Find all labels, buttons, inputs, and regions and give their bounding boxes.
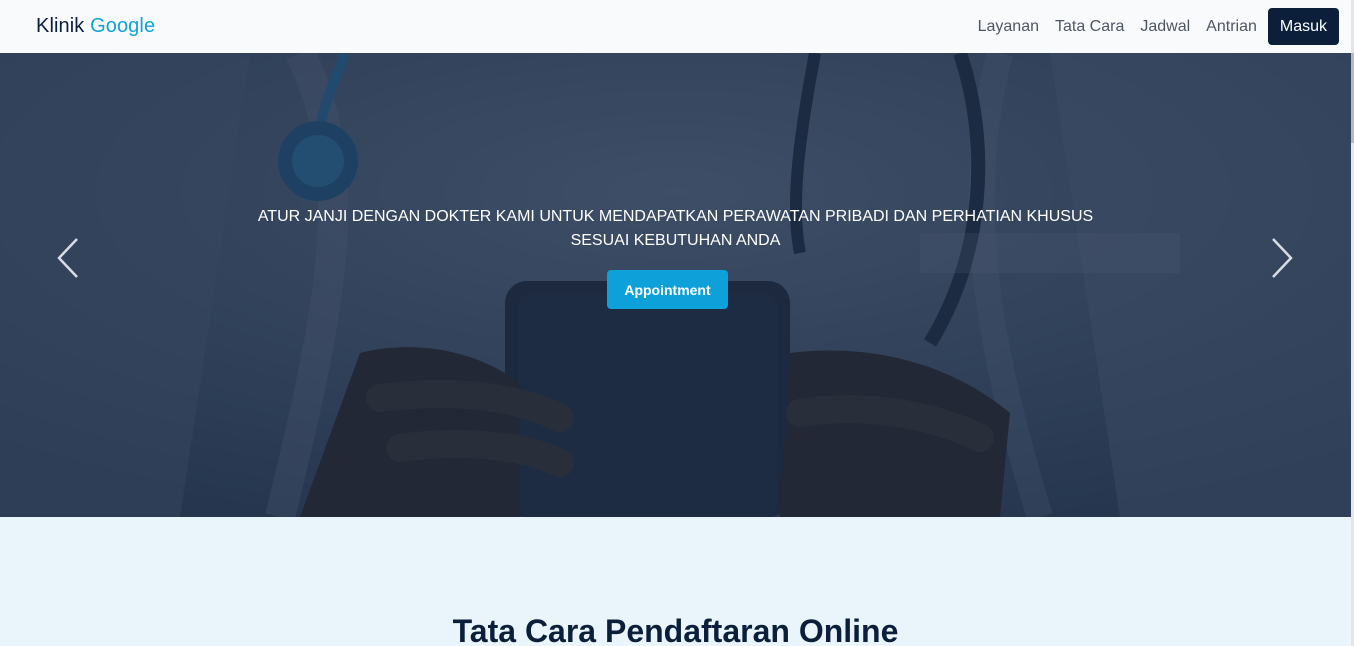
nav-link-jadwal[interactable]: Jadwal — [1140, 18, 1190, 36]
brand-name: Klinik — [36, 15, 85, 37]
appointment-button[interactable]: Appointment — [607, 270, 728, 309]
section-title: Tata Cara Pendaftaran Online — [452, 613, 899, 646]
nav-link-layanan[interactable]: Layanan — [978, 18, 1039, 36]
nav-link-tata-cara[interactable]: Tata Cara — [1055, 18, 1124, 36]
nav-links: Layanan Tata Cara Jadwal Antrian Masuk — [962, 8, 1339, 45]
hero-carousel: ATUR JANJI DENGAN DOKTER KAMI UNTUK MEND… — [0, 53, 1351, 517]
hero-caption: ATUR JANJI DENGAN DOKTER KAMI UNTUK MEND… — [257, 208, 1094, 249]
brand-name-accent: Google — [90, 15, 156, 37]
brand-logo[interactable]: Klinik Google — [36, 15, 155, 38]
chevron-left-icon — [57, 238, 78, 278]
top-navbar: Klinik Google Layanan Tata Cara Jadwal A… — [0, 0, 1354, 53]
carousel-next-button[interactable] — [1262, 233, 1302, 283]
login-button[interactable]: Masuk — [1267, 8, 1339, 45]
nav-link-antrian[interactable]: Antrian — [1206, 18, 1257, 36]
chevron-right-icon — [1272, 238, 1293, 278]
carousel-prev-button[interactable] — [48, 233, 88, 283]
